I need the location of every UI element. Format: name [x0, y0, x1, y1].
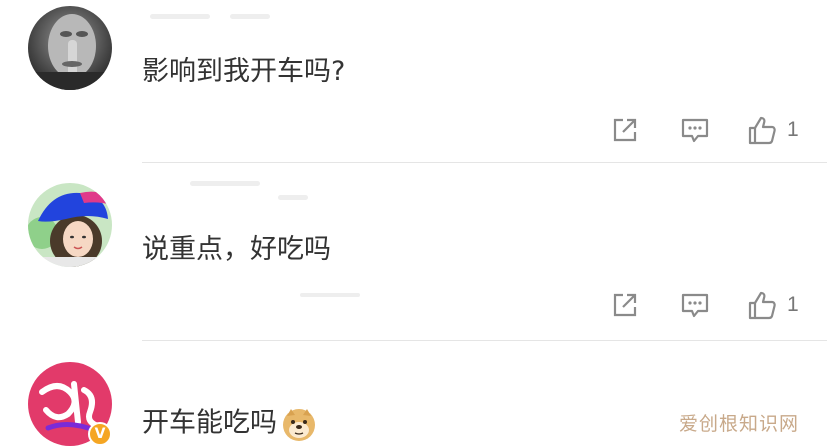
doge-emoji-icon	[283, 409, 315, 441]
comment-item: 说重点，好吃吗 1	[0, 165, 827, 341]
comment-item: 影响到我开车吗? 1	[0, 0, 827, 165]
share-button[interactable]	[610, 112, 640, 148]
like-button[interactable]: 1	[746, 112, 799, 148]
blurred-username	[278, 195, 308, 200]
blurred-username	[300, 293, 360, 297]
blurred-username	[150, 14, 210, 19]
comment-text: 说重点，好吃吗	[142, 234, 331, 265]
comment-text: 开车能吃吗	[142, 406, 317, 442]
share-icon	[613, 293, 637, 317]
verified-badge-icon: V	[88, 422, 112, 446]
like-button[interactable]: 1	[746, 287, 799, 323]
thumbs-up-icon	[748, 291, 776, 320]
like-count: 1	[787, 293, 799, 316]
reply-button[interactable]	[680, 287, 710, 323]
user-avatar[interactable]	[28, 6, 112, 90]
reply-button[interactable]	[680, 112, 710, 148]
comment-text-content: 开车能吃吗	[142, 407, 277, 439]
blue-cap-avatar-icon	[28, 183, 112, 267]
share-icon	[613, 118, 637, 142]
comment-icon	[681, 293, 709, 318]
share-button[interactable]	[610, 287, 640, 323]
user-avatar[interactable]	[28, 183, 112, 267]
thumbs-up-icon	[748, 116, 776, 145]
divider	[142, 162, 827, 163]
finger-to-lips-avatar-icon	[28, 6, 112, 90]
watermark-text: 爱创根知识网	[678, 413, 799, 435]
comment-icon	[681, 118, 709, 143]
like-count: 1	[787, 118, 799, 141]
comment-actions: 1	[600, 287, 827, 323]
blurred-username	[230, 14, 270, 19]
comment-text: 影响到我开车吗?	[142, 56, 346, 87]
comment-actions: 1	[600, 112, 827, 148]
blurred-username	[190, 181, 260, 186]
